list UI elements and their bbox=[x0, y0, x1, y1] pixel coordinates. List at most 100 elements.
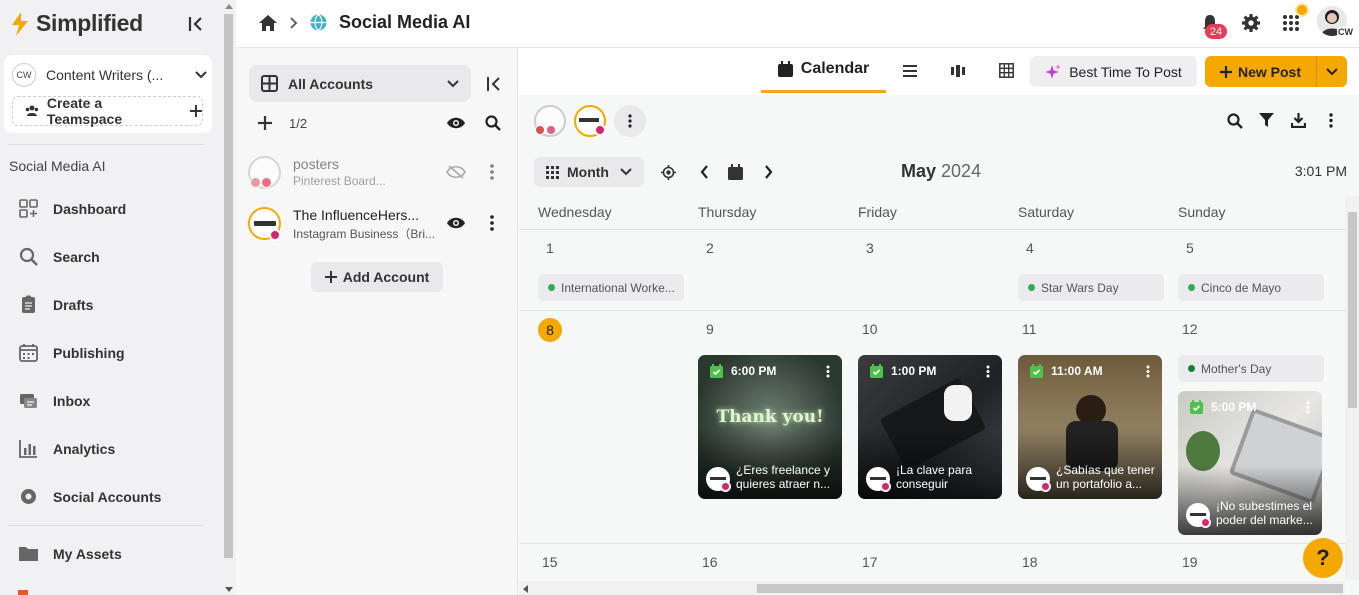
post-card[interactable]: 11:00 AM ¿Sabías que tener un portafolio… bbox=[1018, 355, 1162, 499]
search-icon[interactable] bbox=[1227, 113, 1243, 129]
scheduled-calendar-icon bbox=[1190, 400, 1203, 414]
more-options-icon[interactable] bbox=[490, 164, 494, 180]
view-mode-dropdown[interactable]: Month bbox=[534, 157, 644, 187]
account-item-posters[interactable]: posters Pinterest Board... bbox=[248, 152, 508, 192]
day-number[interactable]: 2 bbox=[706, 240, 714, 256]
section-title: Social Media AI bbox=[9, 158, 106, 174]
post-card[interactable]: Thank you! 6:00 PM ¿Eres freelance y qui… bbox=[698, 355, 842, 499]
more-accounts-button[interactable] bbox=[614, 105, 646, 137]
account-name: posters bbox=[293, 156, 339, 172]
new-post-button[interactable]: New Post bbox=[1205, 56, 1347, 87]
holiday-chip[interactable]: Mother's Day bbox=[1178, 355, 1324, 382]
day-number[interactable]: 17 bbox=[862, 554, 878, 570]
day-number[interactable]: 11 bbox=[1022, 321, 1037, 337]
post-more-icon[interactable] bbox=[1146, 365, 1150, 378]
day-number[interactable]: 4 bbox=[1026, 240, 1034, 256]
day-number[interactable]: 19 bbox=[1182, 554, 1198, 570]
scroll-left-arrow-icon[interactable] bbox=[523, 585, 528, 593]
holiday-dot bbox=[1028, 284, 1035, 291]
logo[interactable]: Simplified bbox=[8, 10, 143, 37]
holiday-chip[interactable]: International Worke... bbox=[538, 274, 684, 301]
sidebar-item-my-assets[interactable]: My Assets bbox=[18, 543, 122, 564]
home-icon[interactable] bbox=[258, 14, 278, 32]
date-picker-icon[interactable] bbox=[728, 164, 743, 180]
post-more-icon[interactable] bbox=[986, 365, 990, 378]
day-number[interactable]: 9 bbox=[706, 321, 714, 337]
workspace-card: CW Content Writers (... Create a Teamspa… bbox=[4, 55, 212, 133]
post-card[interactable]: 5:00 PM ¡No subestimes el poder del mark… bbox=[1178, 391, 1322, 535]
collapse-panel-icon[interactable] bbox=[486, 76, 502, 92]
download-icon[interactable] bbox=[1291, 113, 1306, 128]
chevron-right-icon bbox=[290, 16, 298, 29]
day-number[interactable]: 1 bbox=[546, 240, 554, 256]
locate-today-icon[interactable] bbox=[661, 165, 676, 180]
new-post-dropdown[interactable] bbox=[1317, 67, 1347, 76]
eye-hidden-icon[interactable] bbox=[446, 165, 466, 179]
apps-grid-icon[interactable] bbox=[1282, 14, 1300, 32]
best-time-to-post-button[interactable]: Best Time To Post bbox=[1030, 56, 1197, 87]
calendar-vertical-scrollbar-thumb[interactable] bbox=[1348, 212, 1357, 408]
next-month-icon[interactable] bbox=[764, 165, 773, 179]
sidebar-item-drafts[interactable]: Drafts bbox=[18, 294, 93, 315]
kanban-view-icon[interactable] bbox=[951, 65, 965, 77]
holiday-label: Star Wars Day bbox=[1041, 280, 1119, 295]
holiday-chip[interactable]: Star Wars Day bbox=[1018, 274, 1164, 301]
post-more-icon[interactable] bbox=[1306, 401, 1310, 414]
sidebar-scrollbar-thumb[interactable] bbox=[224, 14, 233, 558]
sidebar-item-dashboard[interactable]: Dashboard bbox=[18, 198, 126, 219]
filter-icon[interactable] bbox=[1259, 113, 1274, 128]
post-more-icon[interactable] bbox=[826, 365, 830, 378]
post-card[interactable]: 1:00 PM ¡La clave para conseguir cliente… bbox=[858, 355, 1002, 499]
more-options-icon[interactable] bbox=[1329, 113, 1333, 128]
collapse-sidebar-button[interactable] bbox=[187, 15, 205, 33]
sidebar-item-analytics[interactable]: Analytics bbox=[18, 438, 115, 459]
account-logo-icon bbox=[254, 221, 276, 226]
day-number[interactable]: 18 bbox=[1022, 554, 1038, 570]
sidebar-item-social-accounts[interactable]: Social Accounts bbox=[18, 486, 161, 507]
instagram-icon bbox=[720, 481, 731, 492]
add-icon[interactable] bbox=[258, 116, 272, 130]
more-options-icon[interactable] bbox=[490, 215, 494, 231]
calendar-horizontal-scrollbar-thumb[interactable] bbox=[757, 584, 1343, 593]
prev-month-icon[interactable] bbox=[700, 165, 709, 179]
day-number[interactable]: 3 bbox=[866, 240, 874, 256]
gear-icon[interactable] bbox=[1241, 13, 1261, 33]
sidebar-item-label: Social Accounts bbox=[53, 488, 162, 505]
day-number[interactable]: 5 bbox=[1186, 240, 1194, 256]
holiday-chip[interactable]: Cinco de Mayo bbox=[1178, 274, 1324, 301]
list-view-icon[interactable] bbox=[903, 65, 917, 77]
new-post-main[interactable]: New Post bbox=[1205, 64, 1316, 80]
notification-badge: 24 bbox=[1205, 24, 1227, 39]
help-button[interactable]: ? bbox=[1303, 538, 1343, 578]
all-accounts-dropdown[interactable]: All Accounts bbox=[249, 65, 471, 102]
grid-line bbox=[519, 543, 1345, 544]
create-teamspace-button[interactable]: Create a Teamspace bbox=[12, 95, 203, 127]
day-number[interactable]: 15 bbox=[542, 554, 558, 570]
scheduled-calendar-icon bbox=[870, 364, 883, 378]
warning-icon bbox=[535, 125, 545, 135]
account-avatar bbox=[1186, 503, 1211, 528]
calendar-icon bbox=[19, 344, 38, 362]
inbox-icon bbox=[20, 394, 37, 408]
account-item-influencehers[interactable]: The InfluenceHers... Instagram Business（… bbox=[248, 203, 508, 243]
eye-icon[interactable] bbox=[446, 216, 466, 230]
day-number[interactable]: 16 bbox=[702, 554, 718, 570]
day-number[interactable]: 12 bbox=[1182, 321, 1198, 337]
search-icon[interactable] bbox=[485, 115, 501, 131]
best-time-label: Best Time To Post bbox=[1069, 63, 1182, 80]
today-marker[interactable]: 8 bbox=[538, 318, 562, 342]
scroll-up-arrow-icon[interactable] bbox=[225, 4, 233, 9]
sidebar-item-search[interactable]: Search bbox=[18, 246, 100, 267]
scroll-down-arrow-icon[interactable] bbox=[225, 587, 233, 592]
day-number[interactable]: 10 bbox=[862, 321, 878, 337]
sidebar-item-inbox[interactable]: Inbox bbox=[18, 390, 90, 411]
sidebar-item-publishing[interactable]: Publishing bbox=[18, 342, 125, 363]
workspace-selector[interactable]: CW Content Writers (... bbox=[12, 63, 207, 87]
grid-view-icon[interactable] bbox=[999, 63, 1014, 78]
tab-calendar[interactable]: Calendar bbox=[761, 48, 886, 93]
grid-line bbox=[519, 229, 1345, 230]
earbuds-image bbox=[944, 385, 972, 421]
add-account-button[interactable]: Add Account bbox=[311, 262, 443, 292]
eye-icon[interactable] bbox=[446, 116, 466, 130]
holiday-dot bbox=[548, 284, 555, 291]
